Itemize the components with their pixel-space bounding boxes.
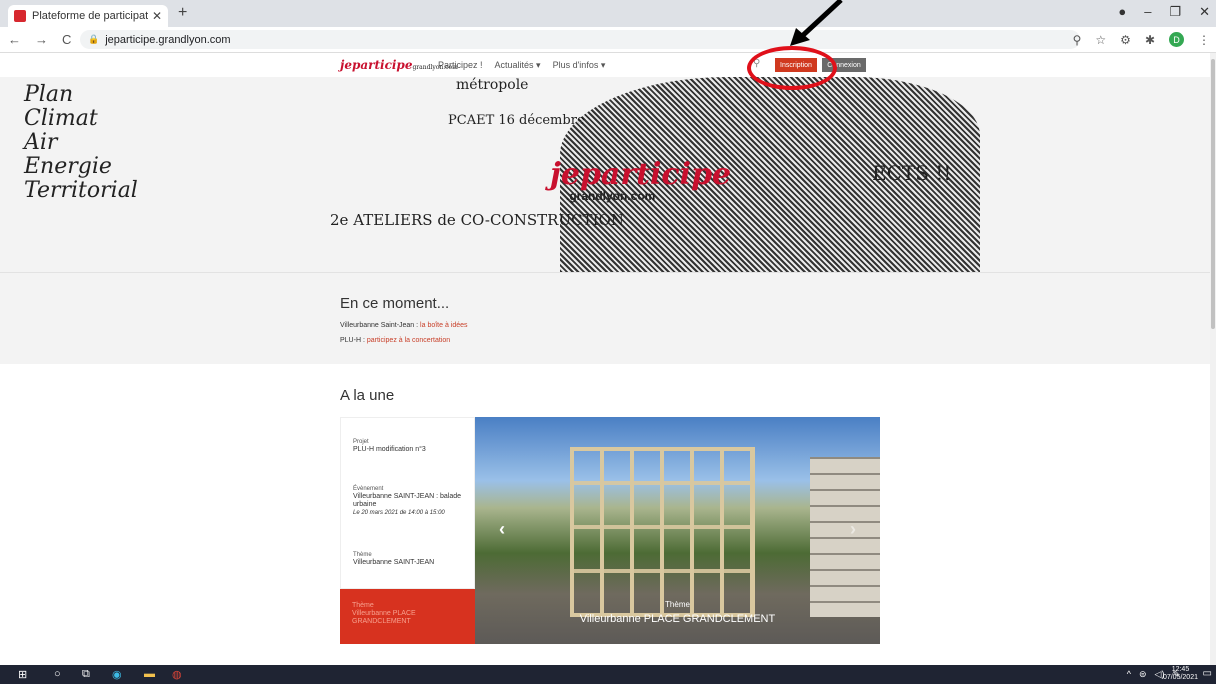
browser-tab-bar: Plateforme de participation citoy ✕ + ● …: [0, 0, 1216, 27]
carousel-image[interactable]: ‹ › Thème Villeurbanne PLACE GRANDCLEMEN…: [475, 417, 880, 644]
hero-banner: Plan Climat Air Energie Territorial métr…: [0, 77, 1210, 272]
task-view-icon[interactable]: ⧉: [82, 668, 90, 681]
back-icon[interactable]: ←: [8, 32, 21, 47]
clock-date: 07/05/2021: [1162, 674, 1198, 681]
window-controls: ● – ❐ ✕: [1118, 4, 1210, 20]
item-label: Thème: [353, 552, 372, 558]
clock-time: 12:45: [1171, 666, 1190, 673]
menu-item-plus-infos[interactable]: Plus d'infos ▾: [553, 60, 606, 71]
carousel-caption-label: Thème: [665, 600, 690, 609]
annotation-circle: [747, 46, 837, 90]
bookmark-star-icon[interactable]: ☆: [1095, 33, 1106, 47]
profile-avatar[interactable]: D: [1169, 32, 1184, 47]
restore-icon[interactable]: ❐: [1169, 4, 1181, 20]
carousel-next-icon[interactable]: ›: [850, 519, 856, 540]
moment-item-label: PLU-H: [340, 337, 362, 344]
une-item-theme[interactable]: Thème Villeurbanne SAINT-JEAN: [353, 551, 434, 567]
item-value: Villeurbanne SAINT-JEAN: [353, 559, 435, 566]
en-ce-moment-section: En ce moment... Villeurbanne Saint-Jean …: [0, 272, 1210, 364]
hero-ateliers-text: 2e ATELIERS de CO-CONSTRUCTION: [330, 211, 624, 229]
windows-taskbar: ⊞ ○ ⧉ ◉ ▬ ◍ ^ ⊜ ◁) ✎ 12:45 07/05/2021 ▭: [0, 665, 1216, 684]
notification-icon[interactable]: ▭: [1203, 668, 1212, 679]
chevron-up-icon[interactable]: ^: [1127, 669, 1131, 680]
moment-item: Villeurbanne Saint-Jean : la boîte à idé…: [340, 322, 468, 329]
zoom-icon[interactable]: ⚲: [1073, 33, 1082, 47]
photo-installation: [570, 447, 755, 617]
lock-icon: 🔒: [88, 34, 100, 44]
new-tab-button[interactable]: +: [178, 4, 187, 22]
taskbar-clock[interactable]: 12:45 07/05/2021: [1163, 666, 1198, 682]
nav-buttons: ← → C: [8, 32, 71, 47]
tab-title: Plateforme de participation citoy: [32, 10, 148, 22]
moment-link-boite-idees[interactable]: la boîte à idées: [420, 322, 467, 329]
search-icon[interactable]: ○: [54, 668, 61, 680]
address-bar: ← → C 🔒 jeparticipe.grandlyon.com ⚲ ☆ ⚙ …: [0, 27, 1216, 53]
toolbar-icons: ⚲ ☆ ⚙ ✱ D ⋮: [1073, 32, 1210, 47]
url-field[interactable]: 🔒 jeparticipe.grandlyon.com: [80, 30, 1080, 49]
minimize-icon[interactable]: –: [1144, 4, 1151, 20]
item-label: Thème: [352, 602, 374, 609]
item-date: Le 20 mars 2021 de 14:00 à 15:00: [353, 510, 445, 516]
menu-icon[interactable]: ⋮: [1198, 33, 1210, 47]
url-text: jeparticipe.grandlyon.com: [105, 33, 231, 46]
windows-start-icon[interactable]: ⊞: [18, 668, 27, 681]
une-item-projet[interactable]: Projet PLU-H modification n°3: [353, 438, 426, 454]
hero-plan-climat-text: Plan Climat Air Energie Territorial: [24, 82, 138, 203]
menu-item-actualites[interactable]: Actualités ▾: [495, 60, 541, 71]
scrollbar-thumb[interactable]: [1211, 59, 1215, 329]
une-list: Projet PLU-H modification n°3 Évènement …: [340, 417, 475, 589]
reload-icon[interactable]: C: [62, 32, 71, 47]
annotation-arrow-icon: [790, 0, 843, 46]
une-item-evenement[interactable]: Évènement Villeurbanne SAINT-JEAN : bala…: [353, 485, 471, 517]
logo-main: jeparticipe: [340, 58, 413, 72]
edge-icon[interactable]: ◉: [112, 668, 122, 681]
hero-right-text: ECTS !!: [872, 161, 952, 185]
profile-dot-icon[interactable]: ●: [1118, 4, 1126, 20]
page-scrollbar[interactable]: [1210, 53, 1216, 665]
browser-tab[interactable]: Plateforme de participation citoy ✕: [8, 5, 168, 27]
item-value: PLU-H modification n°3: [353, 446, 426, 453]
hero-brand: jeparticipe: [550, 157, 732, 192]
hero-brand-sub: .grandlyon.com: [566, 189, 656, 203]
tab-close-icon[interactable]: ✕: [152, 9, 162, 23]
close-window-icon[interactable]: ✕: [1199, 4, 1210, 20]
une-item-active[interactable]: Thème Villeurbanne PLACE GRANDCLEMENT: [340, 589, 475, 644]
file-explorer-icon[interactable]: ▬: [144, 668, 155, 680]
a-la-une-title: A la une: [340, 387, 395, 404]
moment-item-label: Villeurbanne Saint-Jean: [340, 322, 415, 329]
hero-metropole-text: métropole: [456, 77, 529, 93]
section-title: En ce moment...: [340, 295, 450, 312]
item-value: Villeurbanne PLACE GRANDCLEMENT: [352, 610, 416, 625]
chrome-icon[interactable]: ◍: [172, 668, 182, 681]
moment-link-concertation[interactable]: participez à la concertation: [367, 337, 450, 344]
extension-icon[interactable]: ⚙: [1120, 33, 1131, 47]
site-header: jeparticipegrandlyon.com Participez ! Ac…: [0, 53, 1210, 77]
carousel-caption-title: Villeurbanne PLACE GRANDCLEMENT: [579, 613, 776, 625]
hero-pcaet-text: PCAET 16 décembre: [448, 113, 585, 128]
item-label: Évènement: [353, 486, 384, 492]
puzzle-icon[interactable]: ✱: [1145, 33, 1155, 47]
menu-item-participez[interactable]: Participez !: [438, 60, 483, 71]
moment-item: PLU-H : participez à la concertation: [340, 337, 450, 344]
favicon-icon: [14, 10, 26, 22]
carousel-prev-icon[interactable]: ‹: [499, 519, 505, 540]
forward-icon[interactable]: →: [35, 32, 48, 47]
main-menu: Participez ! Actualités ▾ Plus d'infos ▾: [438, 60, 605, 71]
photo-building: [810, 457, 880, 617]
item-value: Villeurbanne SAINT-JEAN : balade urbaine: [353, 493, 462, 508]
item-label: Projet: [353, 439, 369, 445]
network-icon[interactable]: ⊜: [1139, 669, 1147, 680]
